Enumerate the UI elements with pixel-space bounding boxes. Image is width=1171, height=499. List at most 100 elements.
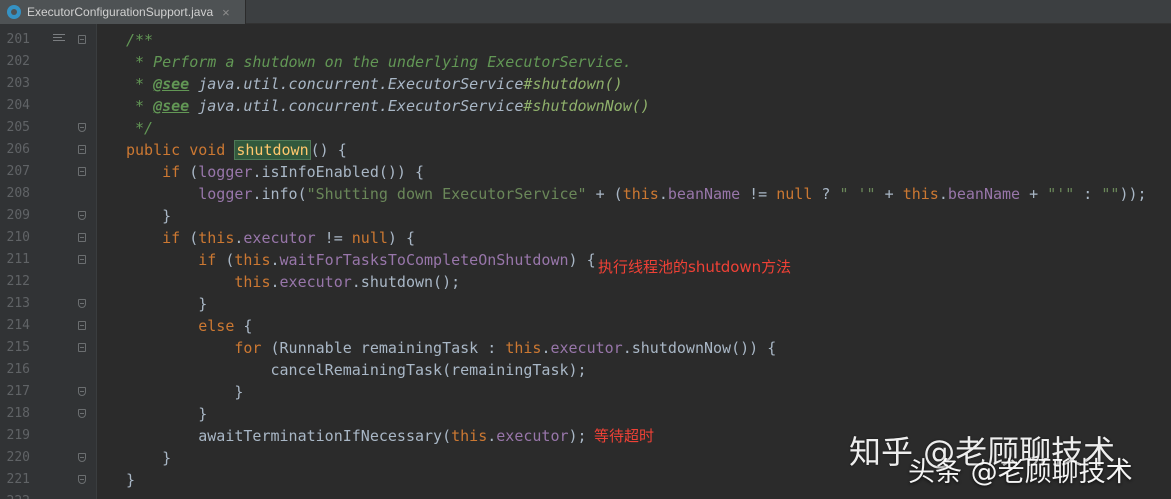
line-number: 214 [6, 318, 30, 333]
code-token: executor [496, 427, 569, 445]
code-line[interactable]: 208 logger.info("Shutting down ExecutorS… [0, 183, 1171, 205]
code-line[interactable]: 201 /** [0, 29, 1171, 51]
code-token: "Shutting down ExecutorService" [306, 185, 587, 203]
annotation-shutdown-note: 执行线程池的shutdown方法 [598, 258, 792, 276]
java-class-icon [7, 5, 21, 19]
code-text: public void shutdown() { [126, 139, 347, 161]
line-number: 201 [6, 32, 30, 47]
fold-icon[interactable] [78, 211, 86, 220]
fold-icon[interactable] [78, 255, 86, 264]
code-line[interactable]: 206 public void shutdown() { [0, 139, 1171, 161]
line-number: 204 [6, 98, 30, 113]
code-token: != [740, 185, 777, 203]
code-line[interactable]: 218 } [0, 403, 1171, 425]
code-token: if [162, 229, 190, 247]
code-token: #shutdown() [523, 75, 623, 93]
line-number: 209 [6, 208, 30, 223]
code-text: } [126, 205, 171, 227]
code-token: ) { [568, 251, 596, 269]
code-text: } [126, 469, 135, 491]
fold-icon[interactable] [78, 35, 86, 44]
code-line[interactable]: 217 } [0, 381, 1171, 403]
code-token: null [351, 229, 388, 247]
code-token: @see [153, 75, 190, 93]
code-token: this [234, 251, 271, 269]
code-line[interactable]: 216 cancelRemainingTask(remainingTask); [0, 359, 1171, 381]
code-token: .shutdownNow()) { [622, 339, 777, 357]
code-token: } [126, 405, 208, 423]
code-token: this [505, 339, 542, 357]
code-line[interactable]: 212 this.executor.shutdown(); [0, 271, 1171, 293]
code-token: } [126, 383, 244, 401]
line-number: 213 [6, 296, 30, 311]
code-token: .shutdown(); [351, 273, 461, 291]
code-line[interactable]: 210 if (this.executor != null) { [0, 227, 1171, 249]
code-line[interactable]: 202 * Perform a shutdown on the underlyi… [0, 51, 1171, 73]
code-text: else { [126, 315, 252, 337]
code-token: + [1020, 185, 1048, 203]
code-line[interactable]: 203 * @see java.util.concurrent.Executor… [0, 73, 1171, 95]
code-text: if (this.waitForTasksToCompleteOnShutdow… [126, 249, 596, 271]
fold-icon[interactable] [78, 387, 86, 396]
fold-icon[interactable] [78, 409, 86, 418]
code-token: ); [568, 427, 587, 445]
fold-icon[interactable] [78, 233, 86, 242]
code-token: #shutdownNow() [523, 97, 650, 115]
fold-icon[interactable] [78, 145, 86, 154]
code-token: java.util.concurrent.ExecutorService [189, 75, 524, 93]
fold-icon[interactable] [78, 123, 86, 132]
fold-icon[interactable] [78, 299, 86, 308]
line-number: 217 [6, 384, 30, 399]
code-text: } [126, 293, 207, 315]
line-number: 216 [6, 362, 30, 377]
code-token: * [126, 97, 154, 115]
code-token: executor [243, 229, 316, 247]
code-token: null [776, 185, 813, 203]
code-token: for [234, 339, 271, 357]
line-number: 212 [6, 274, 30, 289]
code-token: .isInfoEnabled()) { [252, 163, 425, 181]
line-number: 211 [6, 252, 30, 267]
code-line[interactable]: 222 [0, 491, 1171, 499]
code-line[interactable]: 204 * @see java.util.concurrent.Executor… [0, 95, 1171, 117]
code-line[interactable]: 207 if (logger.isInfoEnabled()) { [0, 161, 1171, 183]
fold-icon[interactable] [78, 321, 86, 330]
fold-icon[interactable] [78, 453, 86, 462]
close-icon[interactable]: × [222, 5, 230, 20]
render-doc-icon[interactable] [53, 34, 65, 45]
code-text: if (logger.isInfoEnabled()) { [126, 161, 424, 183]
code-text: awaitTerminationIfNecessary(this.executo… [126, 425, 587, 447]
code-token: . [270, 251, 280, 269]
code-token: cancelRemainingTask(remainingTask); [126, 361, 587, 379]
code-line[interactable]: 209 } [0, 205, 1171, 227]
tab-executor-configuration-support[interactable]: ExecutorConfigurationSupport.java × [0, 0, 246, 24]
code-line[interactable]: 214 else { [0, 315, 1171, 337]
code-text: cancelRemainingTask(remainingTask); [126, 359, 587, 381]
code-line[interactable]: 215 for (Runnable remainingTask : this.e… [0, 337, 1171, 359]
line-number: 222 [0, 491, 30, 499]
code-line[interactable]: 213 } [0, 293, 1171, 315]
tab-title: ExecutorConfigurationSupport.java [27, 5, 214, 19]
code-token: .info( [252, 185, 307, 203]
code-token: awaitTerminationIfNecessary( [126, 427, 452, 445]
code-text: * Perform a shutdown on the underlying E… [126, 51, 632, 73]
code-text: */ [126, 117, 153, 139]
code-text: for (Runnable remainingTask : this.execu… [126, 337, 776, 359]
code-token: if [162, 163, 190, 181]
line-number: 220 [6, 450, 30, 465]
fold-icon[interactable] [78, 343, 86, 352]
code-text: } [126, 403, 207, 425]
fold-icon[interactable] [78, 167, 86, 176]
fold-icon[interactable] [78, 475, 86, 484]
code-line[interactable]: 205 */ [0, 117, 1171, 139]
line-number: 208 [6, 186, 30, 201]
code-token: this [234, 273, 271, 291]
code-token: } [126, 471, 136, 489]
line-number: 202 [6, 54, 30, 69]
code-token: * [126, 75, 154, 93]
code-line[interactable]: 211 if (this.waitForTasksToCompleteOnShu… [0, 249, 1171, 271]
